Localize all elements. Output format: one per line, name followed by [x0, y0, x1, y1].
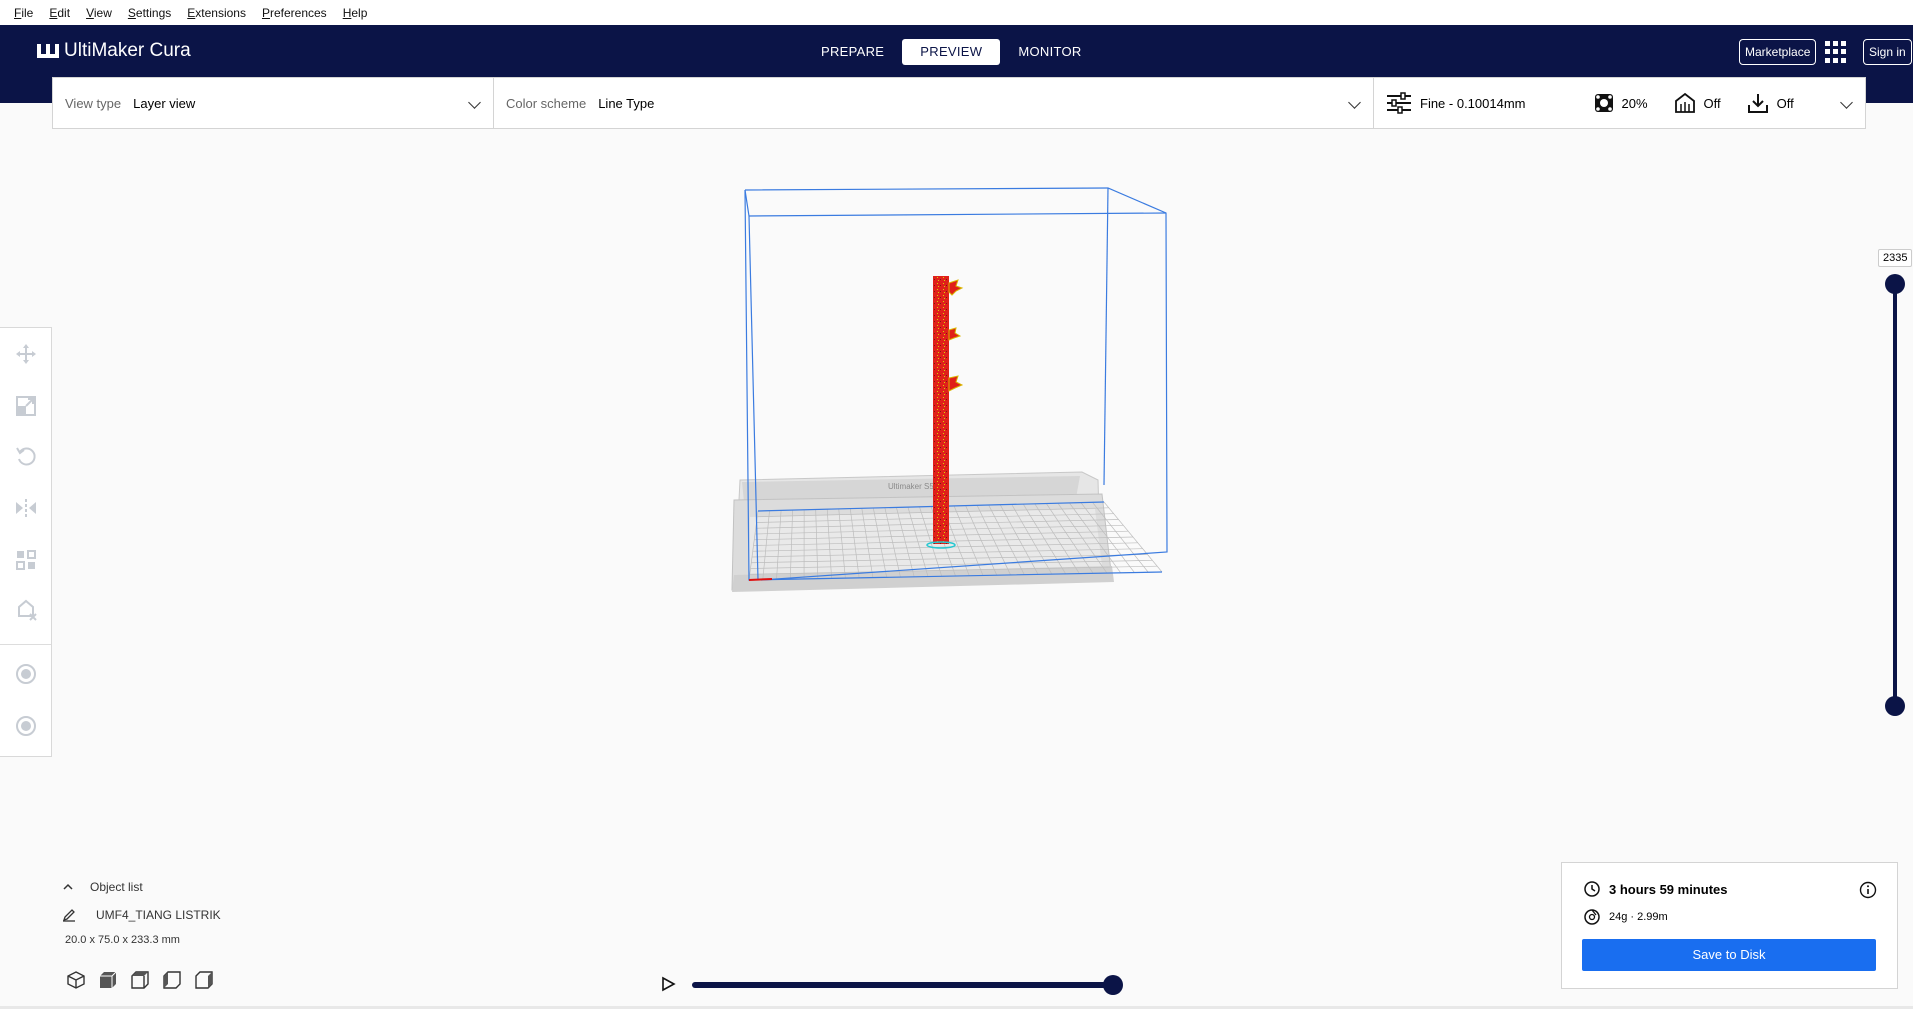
- view-type-dropdown[interactable]: View type Layer view: [53, 78, 494, 128]
- object-dimensions: 20.0 x 75.0 x 233.3 mm: [65, 934, 180, 946]
- color-scheme-dropdown[interactable]: Color scheme Line Type: [494, 78, 1374, 128]
- front-view-icon[interactable]: [98, 970, 118, 990]
- layer-slider-top-handle[interactable]: [1885, 274, 1905, 294]
- object-name: UMF4_TIANG LISTRIK: [96, 908, 221, 922]
- spool-icon: [1584, 909, 1600, 925]
- view-toolbar: View type Layer view Color scheme Line T…: [52, 77, 1866, 129]
- print-info-panel: 3 hours 59 minutes 24g · 2.99m Save to D…: [1561, 862, 1898, 989]
- profile-value: Fine - 0.10014mm: [1420, 95, 1526, 111]
- clock-icon: [1584, 881, 1600, 897]
- app-logo: UltiMaker Cura: [36, 40, 191, 62]
- tab-preview[interactable]: PREVIEW: [902, 39, 1001, 65]
- adhesion-icon: [1747, 94, 1768, 113]
- layer-slider-bottom-handle[interactable]: [1885, 696, 1905, 716]
- object-list-label: Object list: [90, 880, 143, 894]
- rotate-tool-icon[interactable]: [14, 444, 38, 468]
- 3d-view-icon[interactable]: [66, 970, 86, 990]
- marketplace-button[interactable]: Marketplace: [1739, 39, 1817, 65]
- ultimaker-logo-icon: [37, 44, 59, 58]
- chevron-down-icon: [1840, 96, 1853, 109]
- per-model-settings-icon[interactable]: [14, 548, 38, 572]
- tab-prepare[interactable]: PREPARE: [803, 39, 902, 65]
- infill-icon: [1594, 94, 1613, 112]
- extruder-2-icon[interactable]: [14, 714, 38, 738]
- extruder-1-icon[interactable]: [14, 662, 38, 686]
- path-slider-track[interactable]: [692, 982, 1114, 988]
- app-name: UltiMaker Cura: [64, 40, 191, 61]
- save-to-disk-button[interactable]: Save to Disk: [1582, 939, 1876, 971]
- info-icon[interactable]: [1859, 881, 1877, 899]
- camera-view-buttons: [66, 970, 214, 990]
- stage-tabs: PREPARE PREVIEW MONITOR: [803, 39, 1100, 65]
- sliders-icon: [1387, 92, 1411, 114]
- view-type-label: View type: [65, 95, 122, 111]
- move-tool-icon[interactable]: [14, 342, 38, 366]
- tab-monitor[interactable]: MONITOR: [1000, 39, 1099, 65]
- chevron-down-icon: [468, 96, 481, 109]
- object-list-toggle[interactable]: Object list: [62, 880, 221, 894]
- print-time: 3 hours 59 minutes: [1609, 881, 1728, 897]
- layer-slider-track[interactable]: [1893, 283, 1897, 707]
- layer-number-field[interactable]: 2335: [1878, 249, 1913, 267]
- view-type-value: Layer view: [133, 95, 196, 111]
- scale-tool-icon[interactable]: [14, 394, 38, 418]
- play-icon[interactable]: [660, 976, 676, 992]
- build-plate-label: Ultimaker S5: [888, 482, 934, 491]
- apps-grid-icon[interactable]: [1825, 41, 1847, 63]
- menu-preferences[interactable]: Preferences: [256, 6, 337, 20]
- chevron-up-icon: [63, 883, 73, 890]
- 3d-viewport[interactable]: Ultimaker S5: [720, 180, 1190, 640]
- print-settings-button[interactable]: Fine - 0.10014mm 20% Off Off: [1374, 78, 1865, 128]
- color-scheme-label: Color scheme: [506, 95, 587, 111]
- pencil-icon[interactable]: [62, 908, 76, 922]
- support-blocker-icon[interactable]: [14, 598, 38, 622]
- mirror-tool-icon[interactable]: [14, 496, 38, 520]
- path-slider-handle[interactable]: [1103, 975, 1123, 995]
- menu-extensions[interactable]: Extensions: [181, 6, 256, 20]
- material-usage: 24g · 2.99m: [1609, 911, 1668, 923]
- adhesion-value: Off: [1776, 95, 1794, 111]
- infill-value: 20%: [1621, 95, 1648, 111]
- menu-edit[interactable]: Edit: [43, 6, 80, 20]
- chevron-down-icon: [1348, 96, 1361, 109]
- menu-settings[interactable]: Settings: [122, 6, 181, 20]
- tool-panel: [0, 327, 52, 757]
- right-view-icon[interactable]: [194, 970, 214, 990]
- support-icon: [1674, 92, 1695, 113]
- sign-in-button[interactable]: Sign in: [1863, 39, 1912, 65]
- menu-file[interactable]: File: [8, 6, 43, 20]
- menu-help[interactable]: Help: [337, 6, 378, 20]
- support-value: Off: [1703, 95, 1721, 111]
- menu-view[interactable]: View: [80, 6, 122, 20]
- object-list-panel: Object list UMF4_TIANG LISTRIK 20.0 x 75…: [62, 880, 221, 946]
- color-scheme-value: Line Type: [598, 95, 655, 111]
- left-view-icon[interactable]: [162, 970, 182, 990]
- top-view-icon[interactable]: [130, 970, 150, 990]
- menubar: File Edit View Settings Extensions Prefe…: [0, 0, 1913, 25]
